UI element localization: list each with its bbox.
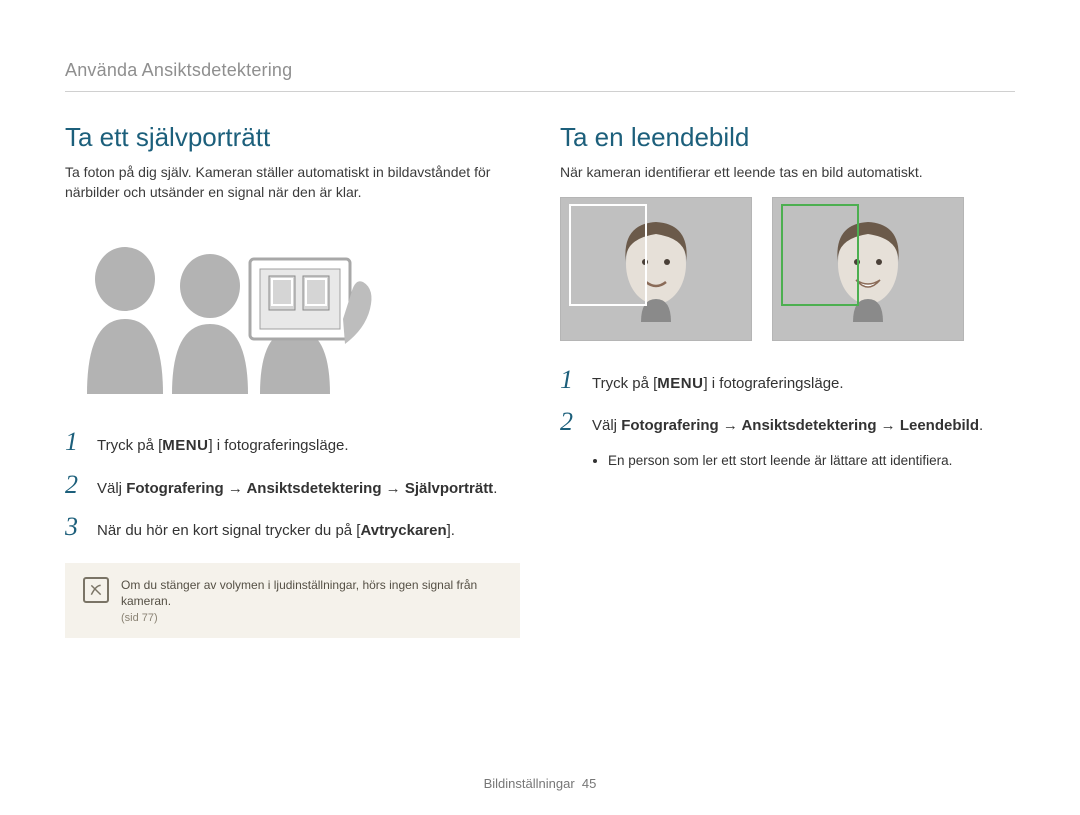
menu-label: MENU bbox=[162, 435, 208, 458]
step-number: 2 bbox=[65, 472, 85, 498]
footer-label: Bildinställningar bbox=[484, 776, 575, 791]
right-step-2: 2 Välj Fotografering → Ansiktsdetekterin… bbox=[560, 409, 1015, 438]
note-text: Om du stänger av volymen i ljudinställni… bbox=[121, 577, 502, 611]
detection-box-green bbox=[781, 204, 859, 306]
step-number: 2 bbox=[560, 409, 580, 435]
left-intro: Ta foton på dig själv. Kameran ställer a… bbox=[65, 163, 520, 202]
right-intro: När kameran identifierar ett leende tas … bbox=[560, 163, 1015, 183]
left-steps: 1 Tryck på [MENU] i fotograferingsläge. … bbox=[65, 429, 520, 543]
note-ref: (sid 77) bbox=[121, 612, 502, 624]
section-header: Använda Ansiktsdetektering bbox=[65, 60, 1015, 92]
note-box: Om du stänger av volymen i ljudinställni… bbox=[65, 563, 520, 639]
selfie-illustration bbox=[65, 224, 405, 394]
face-thumb-green bbox=[772, 197, 964, 341]
right-sub-bullet: En person som ler ett stort leende är lä… bbox=[608, 452, 1015, 471]
face-thumb-white bbox=[560, 197, 752, 341]
right-sub-bullet-list: En person som ler ett stort leende är lä… bbox=[590, 452, 1015, 471]
right-step-1: 1 Tryck på [MENU] i fotograferingsläge. bbox=[560, 367, 1015, 396]
step-number: 1 bbox=[65, 429, 85, 455]
step-number: 3 bbox=[65, 514, 85, 540]
right-steps: 1 Tryck på [MENU] i fotograferingsläge. … bbox=[560, 367, 1015, 438]
step-number: 1 bbox=[560, 367, 580, 393]
menu-label: MENU bbox=[657, 373, 703, 396]
left-column: Ta ett självporträtt Ta foton på dig sjä… bbox=[65, 122, 520, 638]
left-step-2: 2 Välj Fotografering → Ansiktsdetekterin… bbox=[65, 472, 520, 501]
right-title: Ta en leendebild bbox=[560, 122, 1015, 153]
note-icon bbox=[83, 577, 109, 603]
smile-illustration-row bbox=[560, 197, 1015, 341]
right-column: Ta en leendebild När kameran identifiera… bbox=[560, 122, 1015, 638]
left-title: Ta ett självporträtt bbox=[65, 122, 520, 153]
page-footer: Bildinställningar 45 bbox=[0, 776, 1080, 791]
left-step-1: 1 Tryck på [MENU] i fotograferingsläge. bbox=[65, 429, 520, 458]
detection-box-white bbox=[569, 204, 647, 306]
footer-page: 45 bbox=[582, 776, 596, 791]
left-step-3: 3 När du hör en kort signal trycker du p… bbox=[65, 514, 520, 543]
